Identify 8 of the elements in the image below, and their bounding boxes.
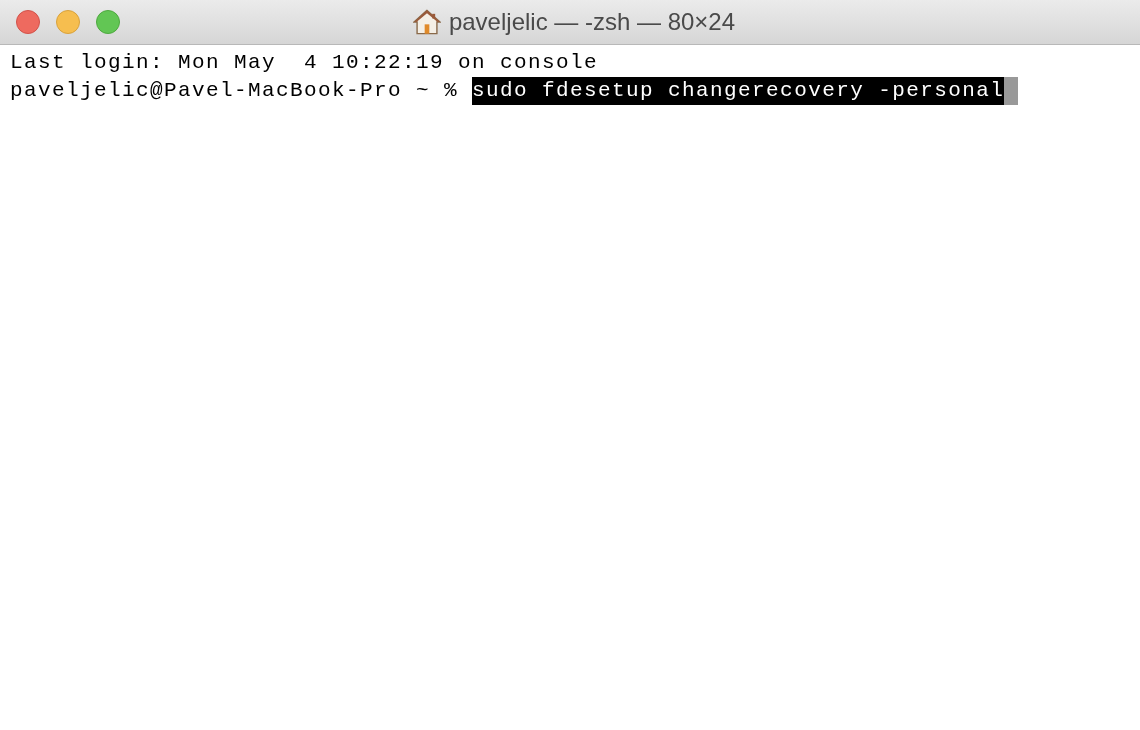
shell-prompt: paveljelic@Pavel-MacBook-Pro ~ % (10, 78, 459, 104)
command-text: sudo fdesetup changerecovery -personal (472, 77, 1005, 105)
minimize-button[interactable] (56, 10, 80, 34)
close-button[interactable] (16, 10, 40, 34)
zoom-button[interactable] (96, 10, 120, 34)
house-icon (412, 8, 441, 36)
window-title: paveljelic — -zsh — 80×24 (448, 8, 736, 36)
terminal-output: Last login: Mon May 4 10:22:19 on console (10, 50, 600, 76)
